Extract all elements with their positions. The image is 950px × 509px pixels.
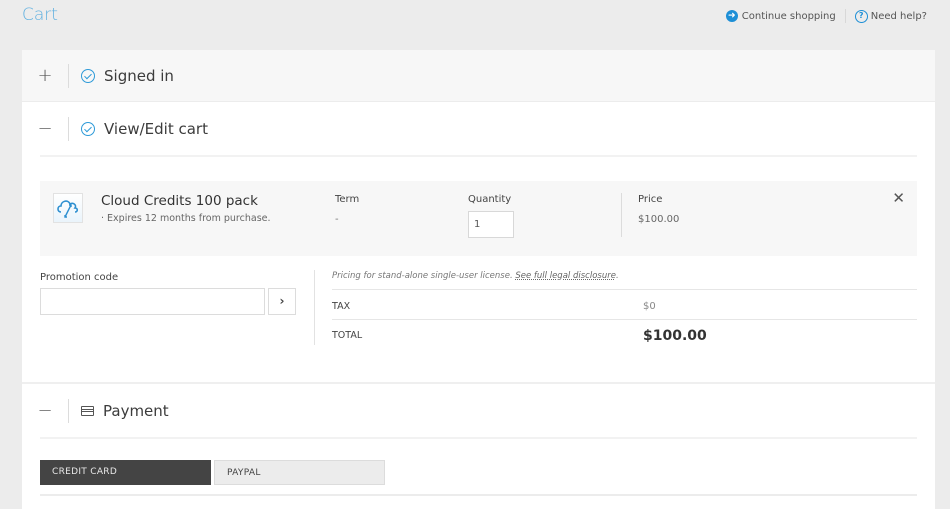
collapse-toggle[interactable]: − — [22, 400, 68, 421]
section-payment: − Payment CREDIT CARD PAYPAL — [22, 382, 935, 496]
apply-promo-button[interactable]: › — [268, 288, 296, 315]
continue-shopping-link[interactable]: ➜ Continue shopping — [725, 10, 836, 22]
payment-method-tabs: CREDIT CARD PAYPAL — [40, 460, 385, 485]
section-title: Payment — [103, 401, 169, 420]
page-title: Cart — [22, 5, 58, 25]
legal-end: . — [615, 271, 619, 281]
arrow-right-circle-icon: ➜ — [725, 10, 738, 22]
total-value: $100.00 — [643, 328, 707, 344]
section-divider — [68, 63, 69, 88]
expand-toggle[interactable]: + — [22, 65, 68, 86]
section-rule — [40, 155, 917, 157]
summary-rule — [332, 289, 917, 290]
need-help-label: Need help? — [870, 10, 927, 22]
section-divider — [68, 116, 69, 141]
cloud-product-icon — [53, 193, 83, 223]
checkout-panel: + Signed in − View/Edit cart Cloud Credi… — [22, 50, 935, 509]
price-divider — [621, 193, 622, 237]
credit-card-icon — [81, 405, 94, 416]
legal-note: Pricing for stand-alone single-user lice… — [332, 271, 619, 281]
payment-header[interactable]: − Payment — [22, 384, 935, 437]
quantity-label: Quantity — [468, 194, 512, 205]
remove-item-button[interactable]: ✕ — [892, 189, 905, 207]
term-label: Term — [335, 194, 360, 205]
section-title: Signed in — [104, 66, 174, 85]
summary-divider — [314, 270, 315, 345]
collapse-toggle[interactable]: − — [22, 118, 68, 139]
tab-credit-card[interactable]: CREDIT CARD — [40, 460, 211, 485]
cart-item: Cloud Credits 100 pack · Expires 12 mont… — [40, 181, 917, 256]
check-circle-icon — [81, 68, 95, 83]
check-circle-icon — [81, 121, 95, 136]
promo-code-input[interactable] — [40, 288, 265, 315]
legal-text: Pricing for stand-alone single-user lice… — [332, 271, 516, 281]
promo-code-label: Promotion code — [40, 272, 119, 283]
section-view-edit-cart[interactable]: − View/Edit cart — [22, 102, 935, 155]
tax-label: TAX — [332, 301, 351, 312]
tax-value: $0 — [643, 301, 656, 312]
need-help-link[interactable]: ? Need help? — [854, 9, 927, 23]
tabs-rule — [40, 494, 917, 496]
price-label: Price — [638, 194, 663, 205]
continue-shopping-label: Continue shopping — [741, 10, 836, 22]
section-rule — [40, 437, 917, 439]
tab-paypal[interactable]: PAYPAL — [214, 460, 385, 485]
product-name: Cloud Credits 100 pack — [101, 193, 258, 209]
question-circle-icon: ? — [854, 9, 868, 23]
header-divider — [844, 9, 846, 23]
product-expiry: · Expires 12 months from purchase. — [101, 213, 271, 224]
total-label: TOTAL — [332, 330, 363, 341]
section-divider — [68, 398, 69, 423]
header-links: ➜ Continue shopping ? Need help? — [725, 9, 927, 23]
section-signed-in[interactable]: + Signed in — [22, 50, 935, 102]
price-value: $100.00 — [638, 214, 680, 225]
term-value: - — [335, 214, 339, 225]
section-title: View/Edit cart — [104, 119, 208, 138]
quantity-input[interactable] — [468, 211, 514, 238]
summary-rule — [332, 319, 917, 320]
legal-disclosure-link[interactable]: See full legal disclosure — [515, 271, 616, 281]
